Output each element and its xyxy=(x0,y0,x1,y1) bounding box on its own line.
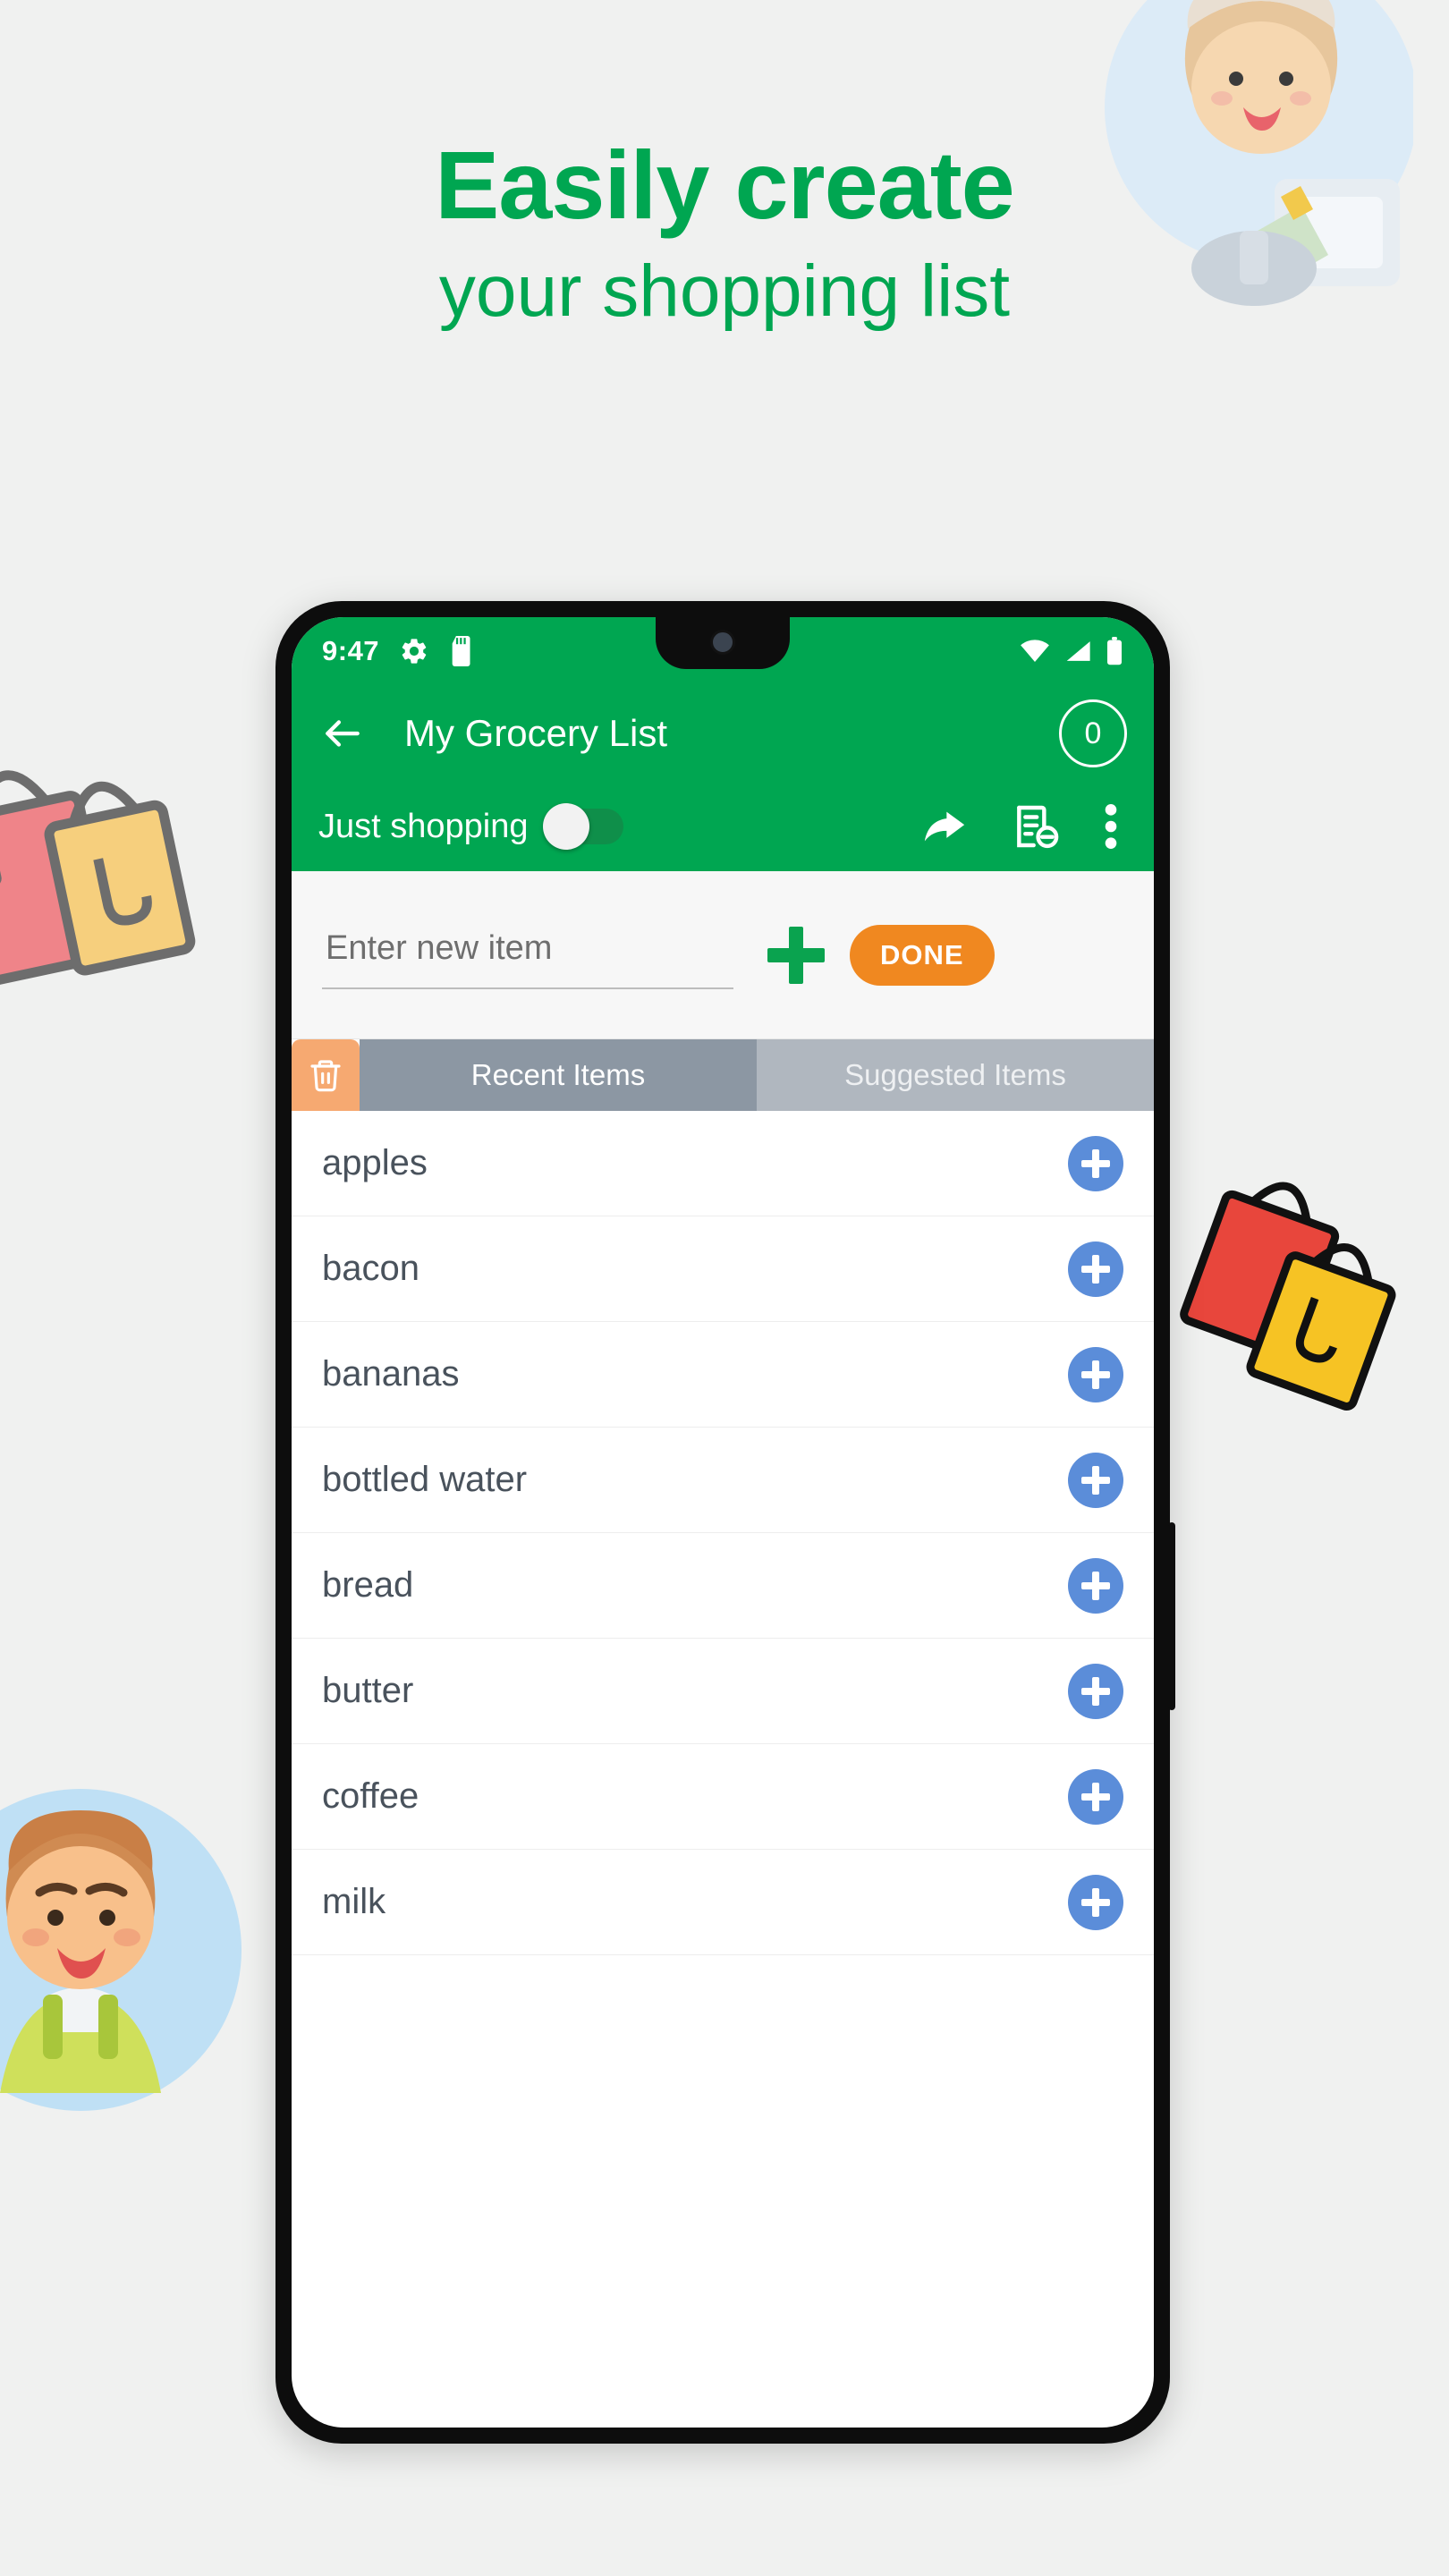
gear-icon xyxy=(402,639,427,664)
toggle-knob xyxy=(542,803,589,850)
sd-card-icon xyxy=(452,636,470,666)
status-bar-left: 9:47 xyxy=(322,635,476,667)
shopping-bags-illustration-left xyxy=(0,770,196,987)
list-item[interactable]: butter xyxy=(292,1639,1154,1744)
list-item-label: butter xyxy=(322,1671,414,1710)
headline-line-1: Easily create xyxy=(435,131,1015,239)
wifi-icon xyxy=(1021,640,1049,663)
list-item[interactable]: bacon xyxy=(292,1216,1154,1322)
just-shopping-label: Just shopping xyxy=(318,807,529,845)
add-item-icon[interactable] xyxy=(1068,1346,1123,1402)
list-item[interactable]: apples xyxy=(292,1111,1154,1216)
cellular-signal-icon xyxy=(1066,641,1090,661)
add-item-icon[interactable] xyxy=(1068,1452,1123,1508)
tab-recent-items[interactable]: Recent Items xyxy=(360,1039,757,1111)
status-bar-right xyxy=(1020,637,1123,665)
add-item-icon[interactable] xyxy=(1068,1241,1123,1297)
add-item-icon[interactable] xyxy=(1068,1135,1123,1191)
add-item-icon[interactable] xyxy=(1068,1874,1123,1930)
list-item-label: coffee xyxy=(322,1776,419,1816)
list-item[interactable]: bottled water xyxy=(292,1428,1154,1533)
person-illustration-bottom xyxy=(0,1789,242,2111)
status-bar: 9:47 xyxy=(292,617,1154,685)
list-item-label: bananas xyxy=(322,1354,460,1394)
battery-icon xyxy=(1107,637,1122,665)
list-item[interactable]: milk xyxy=(292,1850,1154,1955)
list-item-label: bread xyxy=(322,1565,414,1605)
list-item[interactable]: bananas xyxy=(292,1322,1154,1428)
phone-mockup: 9:47 My Grocery List 0 Just shopping Ent… xyxy=(275,601,1175,2444)
tab-row: Recent Items Suggested Items xyxy=(292,1039,1154,1111)
toolbar-icons xyxy=(919,801,1127,852)
add-item-icon[interactable] xyxy=(1068,1768,1123,1825)
item-list: apples bacon bananas bottled water bread xyxy=(292,1111,1154,1955)
headline-line-2: your shopping list xyxy=(438,250,1011,333)
back-arrow-icon[interactable] xyxy=(318,709,367,758)
new-item-row: DONE xyxy=(292,871,1154,1039)
tab-suggested-items[interactable]: Suggested Items xyxy=(757,1039,1154,1111)
new-item-input-wrap xyxy=(322,920,733,989)
list-item[interactable]: bread xyxy=(292,1533,1154,1639)
front-camera xyxy=(710,630,735,655)
shopping-bags-illustration-right xyxy=(1180,1182,1396,1411)
list-item[interactable]: coffee xyxy=(292,1744,1154,1850)
just-shopping-toggle[interactable] xyxy=(542,803,623,850)
plus-icon[interactable] xyxy=(767,926,825,984)
camera-notch xyxy=(656,617,790,669)
status-time: 9:47 xyxy=(322,635,380,666)
list-item-label: apples xyxy=(322,1143,428,1182)
list-item-label: milk xyxy=(322,1882,386,1921)
headline: Easily create your shopping list xyxy=(0,134,1449,336)
toolbar: Just shopping xyxy=(292,782,1154,871)
page-title: My Grocery List xyxy=(404,712,668,754)
list-remove-icon[interactable] xyxy=(1011,801,1061,852)
share-icon[interactable] xyxy=(919,801,970,852)
list-item-label: bottled water xyxy=(322,1460,528,1499)
app-bar: My Grocery List 0 xyxy=(292,685,1154,782)
new-item-input[interactable] xyxy=(322,920,733,989)
done-button[interactable]: DONE xyxy=(850,924,995,986)
trash-icon[interactable] xyxy=(292,1039,360,1111)
overflow-menu-icon[interactable] xyxy=(1102,801,1120,852)
list-item-label: bacon xyxy=(322,1249,419,1288)
add-item-icon[interactable] xyxy=(1068,1557,1123,1614)
add-item-icon[interactable] xyxy=(1068,1663,1123,1719)
power-button[interactable] xyxy=(1168,1522,1175,1710)
promo-page: Easily create your shopping list 9:47 My… xyxy=(0,0,1449,2576)
item-count-badge[interactable]: 0 xyxy=(1059,699,1127,767)
phone-screen: 9:47 My Grocery List 0 Just shopping Ent… xyxy=(292,617,1154,2428)
